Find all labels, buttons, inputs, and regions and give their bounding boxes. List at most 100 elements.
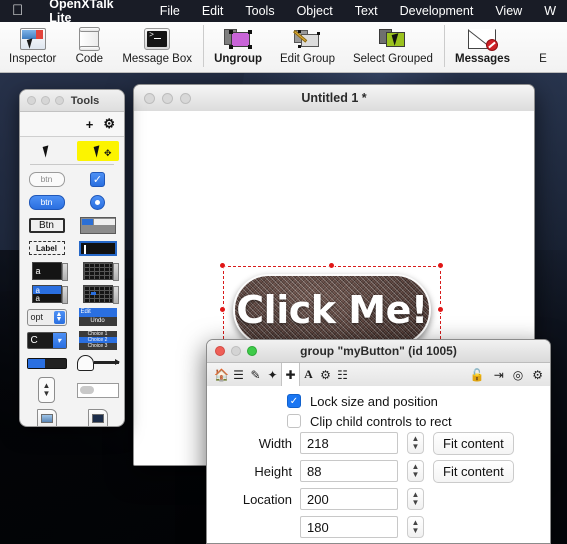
send-icon[interactable]: ⇥ [494,368,504,382]
inspector-titlebar[interactable]: group "myButton" (id 1005) [207,340,550,363]
resize-handle-e[interactable] [437,306,444,313]
resize-handle-nw[interactable] [219,262,226,269]
scrollbar-icon [26,357,67,369]
player-icon [36,409,57,426]
location-x-input[interactable]: 200 [300,488,398,510]
width-input[interactable]: 218 [300,432,398,454]
menu-item-view[interactable]: View [484,4,533,18]
tool-tab-panel[interactable] [77,215,119,235]
menu-bar:  OpenXTalk Lite File Edit Tools Object … [0,0,567,25]
image-icon [87,409,108,426]
target-icon[interactable]: ◎ [513,368,523,382]
location-x-stepper[interactable]: ▲ ▼ [407,488,424,510]
menu-item-file[interactable]: File [149,4,191,18]
add-tool-button[interactable]: + [86,117,94,132]
home-icon: 🏠 [214,367,229,382]
tool-popup-menu[interactable]: Choice 1 Choice 2 Choice 3 [77,330,119,350]
gear-icon[interactable]: ⚙ [532,368,543,382]
tool-stepper[interactable]: ▲ ▼ [26,376,68,404]
tool-progress-bar[interactable] [76,376,119,404]
inspector-tab-basic[interactable]: 🏠 [213,364,230,385]
height-stepper[interactable]: ▲ ▼ [407,460,424,482]
lock-icon[interactable]: 🔓 [470,368,485,382]
inspector-tab-colors[interactable]: ✎ [247,364,264,385]
tool-scrollbar[interactable] [26,353,68,373]
lock-size-label: Lock size and position [310,393,438,409]
tool-player[interactable] [26,407,68,426]
tool-table-field[interactable] [77,261,119,281]
tool-label-field[interactable]: Label [26,238,68,258]
menu-item-development[interactable]: Development [389,4,485,18]
tool-combo-box[interactable]: C ▾ [26,330,68,350]
resize-handle-w[interactable] [219,306,226,313]
menu-item-text[interactable]: Text [344,4,389,18]
toolbar-button-inspector[interactable]: Inspector [0,22,65,72]
stepper-icon: ▲ ▼ [38,377,55,403]
tool-progress-knob[interactable] [76,353,120,373]
inspector-tab-layout[interactable]: ☷ [334,364,351,385]
width-fit-content-button[interactable]: Fit content [433,431,514,455]
tool-input-field[interactable] [77,238,119,258]
inspector-tab-bar: 🏠 ☰ ✎ ✦ ✚ A ⚙ ☷ 🔓 ⇥ ◎ ⚙ [207,363,550,387]
toolbar-button-code[interactable]: Code [65,22,113,72]
tool-list-field[interactable]: aa [26,284,68,304]
location-y-input[interactable]: 180 [300,516,398,538]
tool-option-menu[interactable]: opt ▲ ▼ [26,307,68,327]
tool-radio-button[interactable] [77,192,119,212]
width-stepper[interactable]: ▲ ▼ [407,432,424,454]
tool-checkbox[interactable]: ✓ [77,169,119,189]
menu-item-tools[interactable]: Tools [234,4,285,18]
location-label: Location [242,491,292,507]
tool-text-field[interactable]: a [26,261,68,281]
height-fit-content-button[interactable]: Fit content [433,459,514,483]
location-y-stepper[interactable]: ▲ ▼ [407,516,424,538]
resize-handle-ne[interactable] [437,262,444,269]
resize-handle-n[interactable] [328,262,335,269]
tools-palette-titlebar[interactable]: Tools [20,90,124,112]
text-A-icon: A [304,367,313,381]
tool-data-grid[interactable] [77,284,119,304]
height-input[interactable]: 88 [300,460,398,482]
message-box-icon [142,26,172,52]
inspector-tab-custom-props[interactable]: ⚙ [317,364,334,385]
tool-default-button[interactable]: btn [26,192,68,212]
checkbox-row-clip-child[interactable]: Clip child controls to rect [207,411,550,431]
toolbar-button-message-box[interactable]: Message Box [113,22,201,72]
inspector-body: ✓ Lock size and position Clip child cont… [207,386,550,543]
tool-rounded-button[interactable]: btn [26,169,68,189]
gear-icon[interactable]: ⚙ [103,116,115,132]
document-titlebar[interactable]: Untitled 1 * [134,85,534,112]
inspector-tab-effects[interactable]: ✦ [264,364,281,385]
tool-image[interactable] [77,407,119,426]
inspector-tab-size-position[interactable]: ✚ [281,363,300,386]
inspector-title: group "myButton" (id 1005) [300,344,457,358]
inspector-tab-text[interactable]: A [300,364,317,385]
menu-app-title[interactable]: OpenXTalk Lite [36,0,148,25]
toolbar-button-select-grouped[interactable]: Select Grouped [344,22,442,72]
toolbar-button-ungroup[interactable]: Ungroup [205,22,271,72]
checkbox-row-lock-size[interactable]: ✓ Lock size and position [207,391,550,411]
tool-pointer[interactable] [26,141,68,161]
click-me-button[interactable]: Click Me! [233,274,431,346]
table-field-icon [82,262,119,281]
tool-move[interactable]: ✥ [76,141,119,161]
menu-item-object[interactable]: Object [286,4,344,18]
clip-child-checkbox[interactable] [287,414,301,428]
toolbar-button-messages[interactable]: Messages [446,22,519,72]
tool-menu-button[interactable]: Edit Undo [77,307,119,327]
toolbar-button-edit-group[interactable]: Edit Group [271,22,344,72]
inspector-tab-contents[interactable]: ☰ [230,364,247,385]
toolbar-button-partial[interactable]: E [519,22,567,72]
toolbar-label-select-grouped: Select Grouped [352,53,433,65]
lock-size-checkbox[interactable]: ✓ [287,394,301,408]
stack-icon: ☰ [233,367,244,382]
click-me-button-label: Click Me! [236,288,428,332]
messages-icon [467,26,499,52]
menu-item-window[interactable]: W [533,4,567,18]
menu-item-edit[interactable]: Edit [191,4,235,18]
select-grouped-icon [378,26,408,52]
app-toolbar: Inspector Code Message Box Ungroup Edit … [0,22,567,73]
toolbar-label-ungroup: Ungroup [214,53,262,65]
apple-logo-icon[interactable]:  [0,3,36,18]
tool-rect-button[interactable]: Btn [26,215,68,235]
